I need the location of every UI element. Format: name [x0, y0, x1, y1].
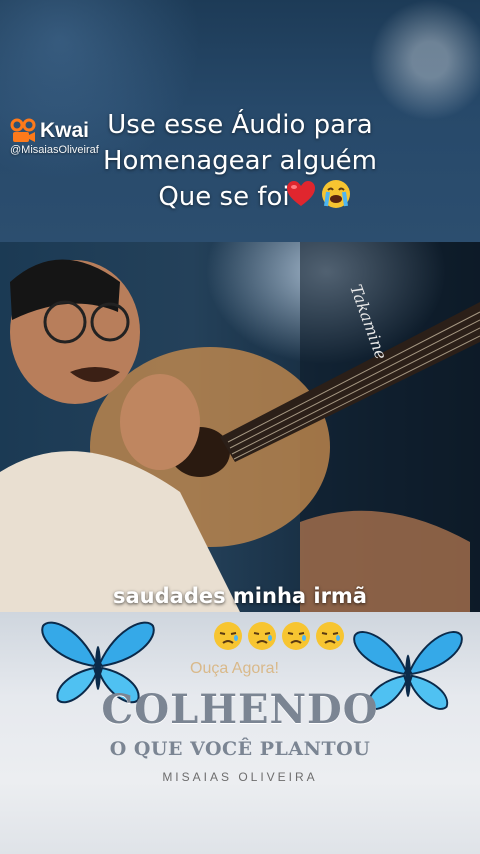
caption-line-3-text: Que se foi	[158, 182, 290, 212]
sad-face-emoji-icon	[282, 622, 310, 650]
sad-face-emoji-icon	[248, 622, 276, 650]
artist-name: MISAIAS OLIVEIRA	[162, 770, 318, 784]
sad-face-emoji-icon	[316, 622, 344, 650]
singer-guitar-illustration: Takamine	[0, 242, 480, 612]
album-title: COLHENDO	[101, 686, 379, 733]
listen-now-label: Ouça Agora!	[190, 660, 279, 677]
kwai-handle-label: @MisaiasOliveiraf	[10, 144, 99, 156]
caption-line-3: Que se foi	[0, 180, 464, 214]
sad-emoji-row	[213, 621, 345, 651]
overlay-caption: saudades minha irmã	[113, 584, 367, 608]
kwai-brand-label: Kwai	[40, 119, 90, 142]
kwai-logo-icon	[10, 118, 36, 142]
singer-guitar-photo: Takamine	[0, 242, 480, 612]
heart-emoji-icon	[287, 181, 315, 206]
kwai-watermark: Kwai @MisaiasOliveiraf	[10, 118, 118, 157]
album-subtitle: O QUE VOCÊ PLANTOU	[109, 738, 371, 760]
crying-face-emoji-icon	[322, 180, 350, 208]
sad-face-emoji-icon	[214, 622, 242, 650]
